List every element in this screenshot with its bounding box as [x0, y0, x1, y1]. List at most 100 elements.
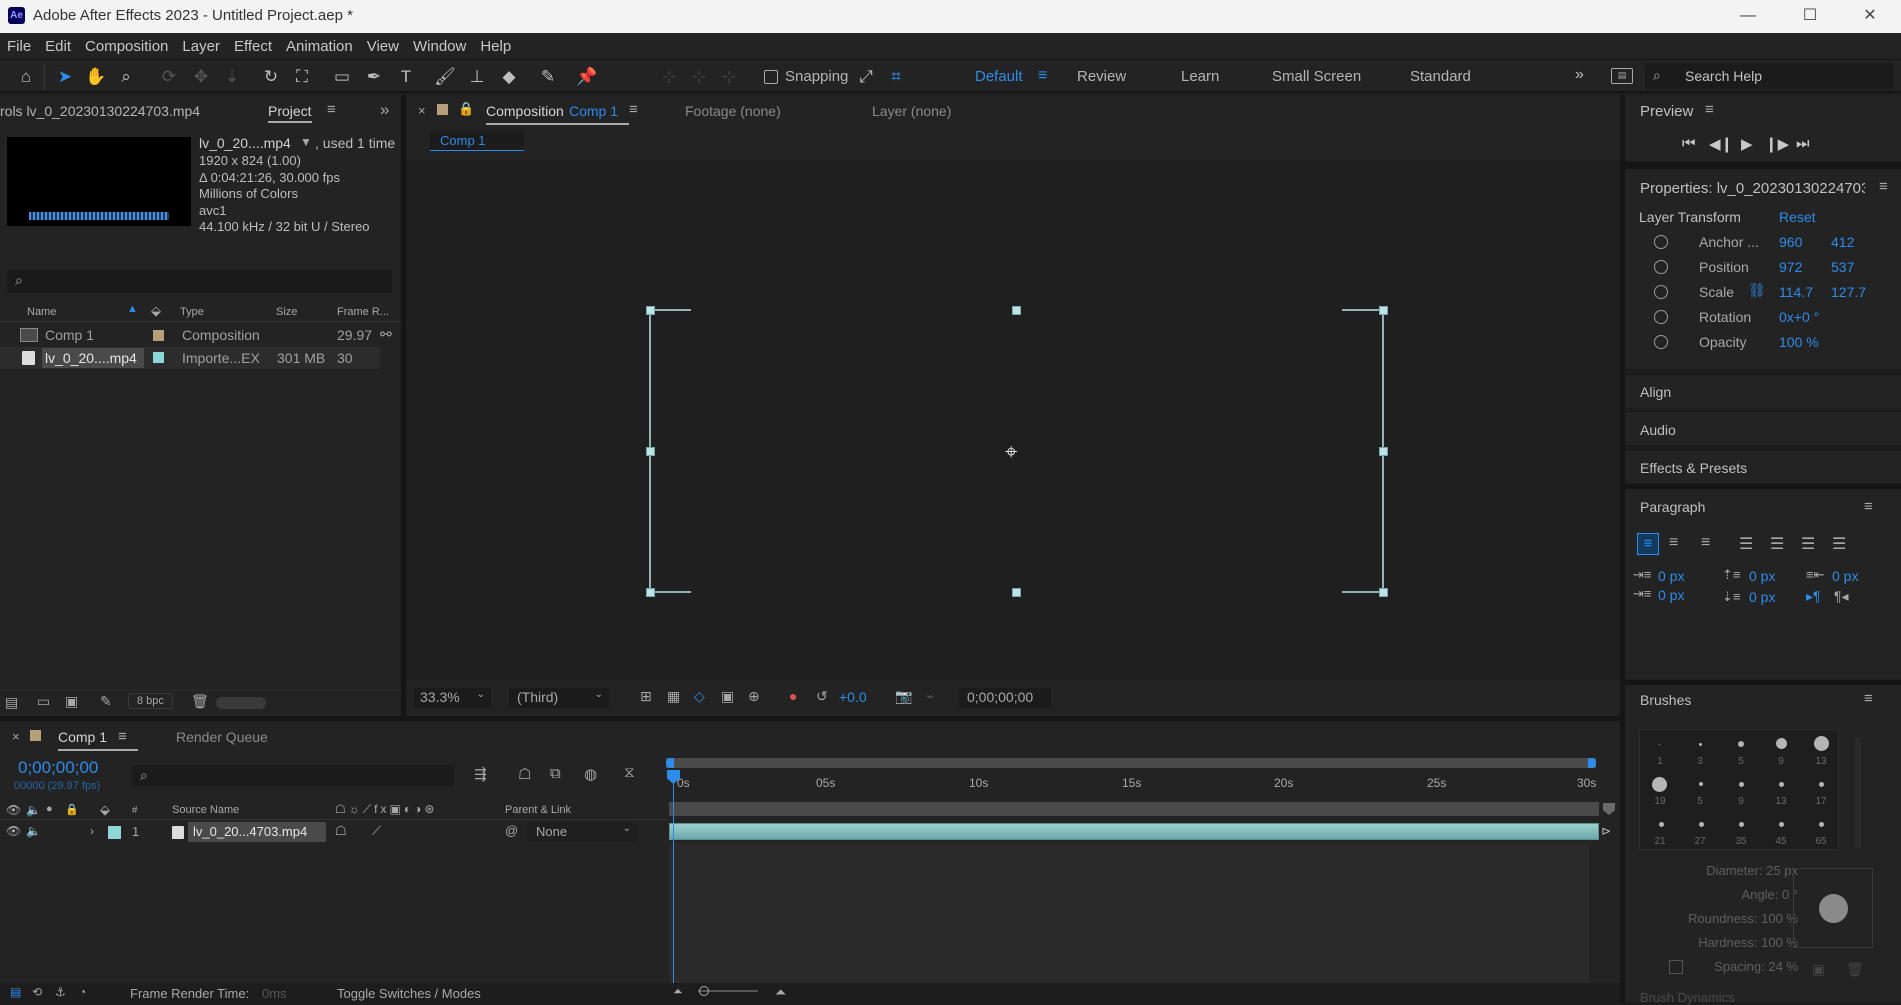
- label-tag-icon[interactable]: ⬙: [100, 802, 110, 818]
- stopwatch-icon[interactable]: [1654, 310, 1668, 324]
- column-size[interactable]: Size: [276, 306, 297, 318]
- layer-row[interactable]: 👁 🔈 › 1 lv_0_20...4703.mp4 ☖ ⟋ @ None ⌄: [0, 821, 668, 843]
- delete-brush-icon[interactable]: 🗑: [1846, 961, 1864, 978]
- parent-link-header[interactable]: Parent & Link: [505, 804, 571, 816]
- motion-blur-icon[interactable]: ◍: [584, 765, 597, 783]
- dolly-camera-icon[interactable]: ⇣: [220, 65, 244, 89]
- audio-speaker-icon[interactable]: 🔈: [26, 824, 41, 838]
- align-center-icon[interactable]: ≡: [1669, 534, 1678, 552]
- position-y-value[interactable]: 537: [1831, 259, 1854, 275]
- rectangle-tool-icon[interactable]: ▭: [330, 65, 354, 89]
- close-button[interactable]: ✕: [1850, 5, 1890, 27]
- handle-bottom-left[interactable]: [646, 588, 655, 597]
- type-tool-icon[interactable]: T: [394, 65, 418, 89]
- stopwatch-icon[interactable]: [1654, 235, 1668, 249]
- current-time[interactable]: 0;00;00;00: [18, 758, 98, 778]
- opacity-value[interactable]: 100 %: [1779, 334, 1819, 350]
- hand-tool-icon[interactable]: ✋: [84, 65, 108, 89]
- work-area-end-handle[interactable]: [1588, 758, 1596, 768]
- workspace-learn[interactable]: Learn: [1181, 68, 1219, 85]
- expand-layer-chevron-icon[interactable]: ›: [90, 824, 94, 838]
- handle-bottom-center[interactable]: [1012, 588, 1021, 597]
- resolution-dropdown[interactable]: (Third) ⌄: [509, 688, 609, 708]
- workspace-default[interactable]: Default: [975, 68, 1023, 85]
- workspace-standard[interactable]: Standard: [1410, 68, 1471, 85]
- comp-name-link[interactable]: Comp 1: [569, 103, 618, 119]
- layer-switches-icon[interactable]: ▤: [10, 985, 21, 999]
- anchor-y-value[interactable]: 412: [1831, 234, 1854, 250]
- color-channels-icon[interactable]: ●: [789, 688, 797, 704]
- quality-switch-icon[interactable]: ⟋: [372, 823, 381, 839]
- column-name[interactable]: Name: [27, 306, 56, 318]
- first-line-indent-value[interactable]: 0 px: [1658, 587, 1684, 603]
- composition-canvas[interactable]: ⌖: [406, 160, 1620, 680]
- viewer-timecode[interactable]: 0;00;00;00: [959, 688, 1051, 708]
- panel-menu-icon[interactable]: ≡: [1864, 498, 1873, 515]
- roto-brush-icon[interactable]: ✎: [536, 65, 560, 89]
- transparency-grid-icon[interactable]: ▦: [667, 688, 680, 705]
- menu-animation[interactable]: Animation: [279, 33, 360, 60]
- snapping-checkbox[interactable]: [764, 70, 778, 84]
- clone-stamp-icon[interactable]: ⊥: [465, 65, 489, 89]
- position-x-value[interactable]: 972: [1779, 259, 1802, 275]
- close-tab-icon[interactable]: ×: [418, 103, 426, 118]
- layer-tab[interactable]: Layer (none): [872, 103, 951, 119]
- home-icon[interactable]: ⌂: [14, 65, 38, 89]
- effects-presets-panel[interactable]: Effects & Presets: [1625, 449, 1901, 483]
- project-item-comp[interactable]: Comp 1 Composition 29.97 ⚯: [0, 324, 401, 347]
- menu-file[interactable]: File: [0, 33, 38, 60]
- expand-panel-icon[interactable]: »: [380, 100, 389, 120]
- pen-tool-icon[interactable]: ✒: [362, 65, 386, 89]
- indent-right-value[interactable]: 0 px: [1832, 568, 1858, 584]
- constrain-proportions-icon[interactable]: ⛓: [1748, 282, 1766, 299]
- panel-menu-icon[interactable]: ≡: [118, 728, 127, 745]
- panel-menu-icon[interactable]: ≡: [1705, 101, 1714, 118]
- axis-view-icon[interactable]: ⊹: [717, 65, 741, 89]
- menu-view[interactable]: View: [360, 33, 406, 60]
- reset-button[interactable]: Reset: [1779, 209, 1816, 225]
- zoom-out-icon[interactable]: ⏶: [673, 984, 683, 999]
- column-frame-rate[interactable]: Frame R...: [337, 306, 389, 318]
- bit-depth-button[interactable]: 8 bpc: [128, 693, 173, 709]
- pan-camera-icon[interactable]: ✥: [189, 65, 213, 89]
- comp-flowchart-icon[interactable]: ⇶: [474, 765, 487, 783]
- audio-toggle-icon[interactable]: 🔈: [26, 803, 41, 817]
- transfer-controls-icon[interactable]: ⟲: [32, 985, 42, 999]
- trash-icon[interactable]: 🗑: [191, 693, 209, 710]
- play-icon[interactable]: ▶: [1741, 135, 1753, 153]
- panel-menu-icon[interactable]: ≡: [629, 101, 638, 118]
- first-frame-icon[interactable]: ⏮: [1682, 135, 1696, 152]
- minimize-button[interactable]: —: [1728, 5, 1768, 27]
- justify-last-right-icon[interactable]: ☰: [1801, 534, 1815, 554]
- grid-guides-icon[interactable]: ⊕: [748, 688, 760, 705]
- more-workspaces-icon[interactable]: »: [1575, 66, 1584, 84]
- zoom-slider-thumb[interactable]: [699, 986, 709, 996]
- source-name-header[interactable]: Source Name: [172, 804, 239, 816]
- panel-menu-icon[interactable]: ≡: [327, 101, 336, 118]
- next-frame-icon[interactable]: ❙▶: [1765, 135, 1789, 153]
- lock-toggle-icon[interactable]: 🔒: [65, 803, 79, 816]
- zoom-dropdown[interactable]: 33.3% ⌄: [414, 688, 491, 708]
- ltr-direction-icon[interactable]: ▸¶: [1806, 588, 1821, 605]
- scale-x-value[interactable]: 114.7: [1779, 284, 1817, 300]
- handle-top-center[interactable]: [1012, 306, 1021, 315]
- render-queue-tab[interactable]: Render Queue: [176, 729, 268, 745]
- handle-middle-right[interactable]: [1379, 447, 1388, 456]
- menu-window[interactable]: Window: [406, 33, 473, 60]
- handle-top-left[interactable]: [646, 306, 655, 315]
- puppet-pin-icon[interactable]: 📌: [575, 65, 599, 89]
- close-tab-icon[interactable]: ×: [12, 729, 20, 744]
- anchor-point-icon[interactable]: ⌖: [1005, 439, 1017, 465]
- chevron-down-icon[interactable]: ▼: [300, 135, 312, 149]
- pan-behind-icon[interactable]: ⛶: [290, 65, 314, 89]
- frame-blending-icon[interactable]: ⧉: [550, 765, 561, 782]
- composition-tab-name[interactable]: Comp 1: [569, 103, 618, 119]
- brush-tips-grid[interactable]: 1 3 5 9 13 19 5 9 13 17 21 27 35 45 65: [1639, 729, 1839, 850]
- menu-help[interactable]: Help: [473, 33, 518, 60]
- anchor-x-value[interactable]: 960: [1779, 234, 1802, 250]
- exposure-value[interactable]: +0.0: [839, 689, 867, 705]
- zoom-tool-icon[interactable]: ⌕: [114, 65, 138, 89]
- layer-name[interactable]: lv_0_20...4703.mp4: [193, 824, 307, 839]
- snap-edges-icon[interactable]: ⤢: [854, 65, 878, 89]
- mask-visibility-icon[interactable]: ◇: [694, 688, 705, 705]
